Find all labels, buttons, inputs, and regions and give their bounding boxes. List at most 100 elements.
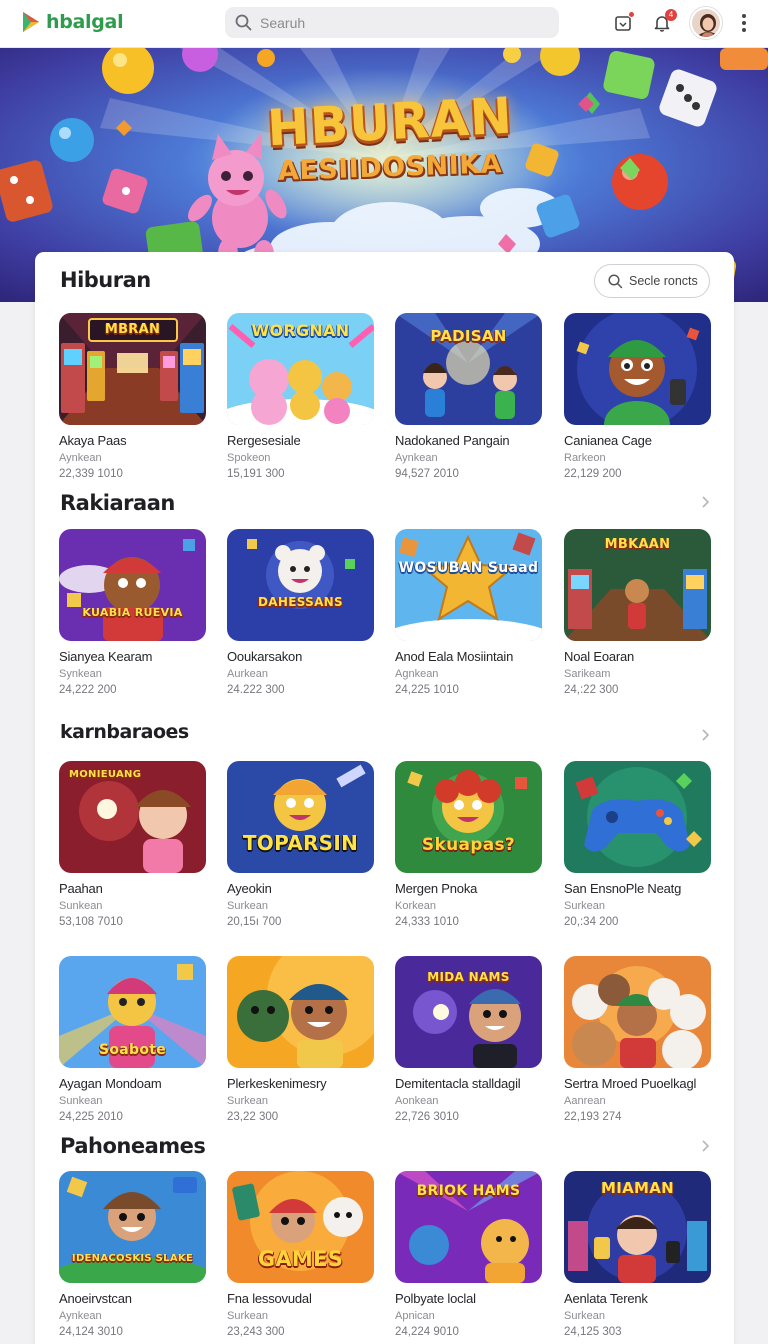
game-title: Anod Eala Mosiintain <box>395 649 514 664</box>
hero-title: HBURAN AESIIDOSNIKA <box>240 87 540 187</box>
game-category: Sunkean <box>59 1095 103 1107</box>
game-category: Sunkean <box>59 900 103 912</box>
game-tile[interactable]: Plerkeskenimesry Surkean 23,22 300 <box>227 956 374 1123</box>
game-tile[interactable]: MONIEUANG Paahan Sunkean 53,108 7010 <box>59 761 206 928</box>
game-tile[interactable]: WORGNAN Rergesesiale Spokeon 15,191 300 <box>227 313 374 480</box>
game-title: Rergesesiale <box>227 433 301 448</box>
inbox-button[interactable] <box>610 10 636 36</box>
game-category: Synkean <box>59 668 102 680</box>
game-tile[interactable]: MIAMAN Aenlata Terenk Surkean 24,125 303 <box>564 1171 711 1338</box>
game-tile[interactable]: Canianea Cage Rarkeon 22,129 200 <box>564 313 711 480</box>
game-play-count: 20,:34 200 <box>564 916 619 928</box>
game-tile[interactable]: Skuapas? Mergen Pnoka Korkean 24,333 101… <box>395 761 542 928</box>
notifications-button[interactable]: 4 <box>649 9 677 36</box>
hero-title-line1: HBURAN <box>265 86 515 158</box>
game-tile[interactable]: MBRAN Akaya Paas Aynkean 22,339 1010 <box>59 313 206 480</box>
search-icon <box>235 14 252 31</box>
game-thumbnail: MIAMAN <box>564 1171 711 1283</box>
game-category: Aurkean <box>227 668 268 680</box>
game-title: Canianea Cage <box>564 433 652 448</box>
game-thumbnail: DAHESSANS <box>227 529 374 641</box>
game-play-count: 24,125 303 <box>564 1326 622 1338</box>
game-thumbnail: MBKAAN <box>564 529 711 641</box>
game-play-count: 23,243 300 <box>227 1326 285 1338</box>
thumbnail-title: TOPARSIN <box>242 831 359 855</box>
game-play-count: 15,191 300 <box>227 468 285 480</box>
game-tile[interactable]: Soabote Ayagan Mondoam Sunkean 24,225 20… <box>59 956 206 1123</box>
game-title: Ayagan Mondoam <box>59 1076 162 1091</box>
game-thumbnail: MONIEUANG <box>59 761 206 873</box>
game-title: Akaya Paas <box>59 433 127 448</box>
game-title: Sianyea Kearam <box>59 649 153 664</box>
game-play-count: 24,222 200 <box>59 684 117 696</box>
user-avatar[interactable] <box>690 7 722 39</box>
game-play-count: 24,124 3010 <box>59 1326 123 1338</box>
thumbnail-title: WORGNAN <box>251 321 350 340</box>
game-play-count: 22,129 200 <box>564 468 622 480</box>
game-tile[interactable]: MBKAAN Noal Eoaran Sarikeam 24,:22 300 <box>564 529 711 696</box>
game-thumbnail: WORGNAN <box>227 313 374 425</box>
game-category: Surkean <box>227 1095 268 1107</box>
game-tile[interactable]: IDENACOSKIS SLAKE Anoeirvstcan Aynkean 2… <box>59 1171 206 1338</box>
game-tile[interactable]: San EnsnoPle Neatg Surkean 20,:34 200 <box>564 761 711 928</box>
game-play-count: 24,:22 300 <box>564 684 619 696</box>
game-category: Korkean <box>395 900 436 912</box>
game-play-count: 22,339 1010 <box>59 468 123 480</box>
more-options-button[interactable] <box>734 12 754 34</box>
game-tile[interactable]: MIDA NAMS Demitentacla stalldagil Aonkea… <box>395 956 542 1123</box>
game-thumbnail: Skuapas? <box>395 761 542 873</box>
see-more-button[interactable]: Secle roncts <box>594 264 710 298</box>
game-title: Nadokaned Pangain <box>395 433 510 448</box>
thumbnail-title: MIAMAN <box>600 1179 674 1197</box>
game-play-count: 53,108 7010 <box>59 916 123 928</box>
game-play-count: 24,224 9010 <box>395 1326 459 1338</box>
section-title: karnbaraoes <box>60 721 189 743</box>
game-tile[interactable]: DAHESSANS Ooukarsakon Aurkean 24.222 300 <box>227 529 374 696</box>
thumbnail-title: PADISAN <box>430 327 507 345</box>
game-thumbnail <box>227 956 374 1068</box>
game-tile[interactable]: PADISAN Nadokaned Pangain Aynkean 94,527… <box>395 313 542 480</box>
section-title: Rakiaraan <box>60 491 175 515</box>
game-tile[interactable]: GAMES Fna lessovudal Surkean 23,243 300 <box>227 1171 374 1338</box>
game-tile[interactable]: TOPARSIN Ayeokin Surkean 20,15ı 700 <box>227 761 374 928</box>
logo-icon <box>23 12 39 32</box>
search-input[interactable] <box>260 14 540 31</box>
chevron-right-icon[interactable] <box>698 495 712 509</box>
game-thumbnail: Soabote <box>59 956 206 1068</box>
thumbnail-title: Soabote <box>98 1042 167 1058</box>
thumbnail-title: DAHESSANS <box>258 595 343 609</box>
game-title: Ayeokin <box>227 881 272 896</box>
game-play-count: 22,193 274 <box>564 1111 622 1123</box>
game-play-count: 24,333 1010 <box>395 916 459 928</box>
game-title: Mergen Pnoka <box>395 881 478 896</box>
thumbnail-title: BRIOK HAMS <box>416 1183 521 1199</box>
game-play-count: 23,22 300 <box>227 1111 279 1123</box>
game-category: Aynkean <box>59 1310 102 1322</box>
app-logo[interactable]: hbalgal <box>20 10 124 34</box>
game-play-count: 22,726 3010 <box>395 1111 459 1123</box>
game-category: Aanrean <box>564 1095 606 1107</box>
section-title: Hiburan <box>60 268 151 292</box>
game-thumbnail <box>564 761 711 873</box>
thumbnail-title: MIDA NAMS <box>427 970 510 984</box>
thumbnail-title: KUABIA RUEVIA <box>82 606 183 619</box>
game-tile[interactable]: WOSUBAN Suaad Anod Eala Mosiintain Agnke… <box>395 529 542 696</box>
game-tile[interactable]: Sertra Mroed Puoelkagl Aanrean 22,193 27… <box>564 956 711 1123</box>
thumbnail-title: Skuapas? <box>421 835 516 855</box>
game-tile[interactable]: BRIOK HAMS Polbyate loclal Apnican 24,22… <box>395 1171 542 1338</box>
game-thumbnail: PADISAN <box>395 313 542 425</box>
game-title: Noal Eoaran <box>564 649 635 664</box>
game-tile[interactable]: KUABIA RUEVIA Sianyea Kearam Synkean 24,… <box>59 529 206 696</box>
search-bar[interactable] <box>225 7 559 38</box>
game-thumbnail: TOPARSIN <box>227 761 374 873</box>
chevron-right-icon[interactable] <box>698 728 712 742</box>
game-thumbnail: GAMES <box>227 1171 374 1283</box>
top-app-bar: hbalgal 4 <box>0 0 768 48</box>
game-title: Polbyate loclal <box>395 1291 476 1306</box>
game-category: Surkean <box>564 900 605 912</box>
game-play-count: 24.222 300 <box>227 684 285 696</box>
game-category: Aynkean <box>59 452 102 464</box>
game-category: Surkean <box>227 1310 268 1322</box>
game-play-count: 94,527 2010 <box>395 468 459 480</box>
chevron-right-icon[interactable] <box>698 1139 712 1153</box>
